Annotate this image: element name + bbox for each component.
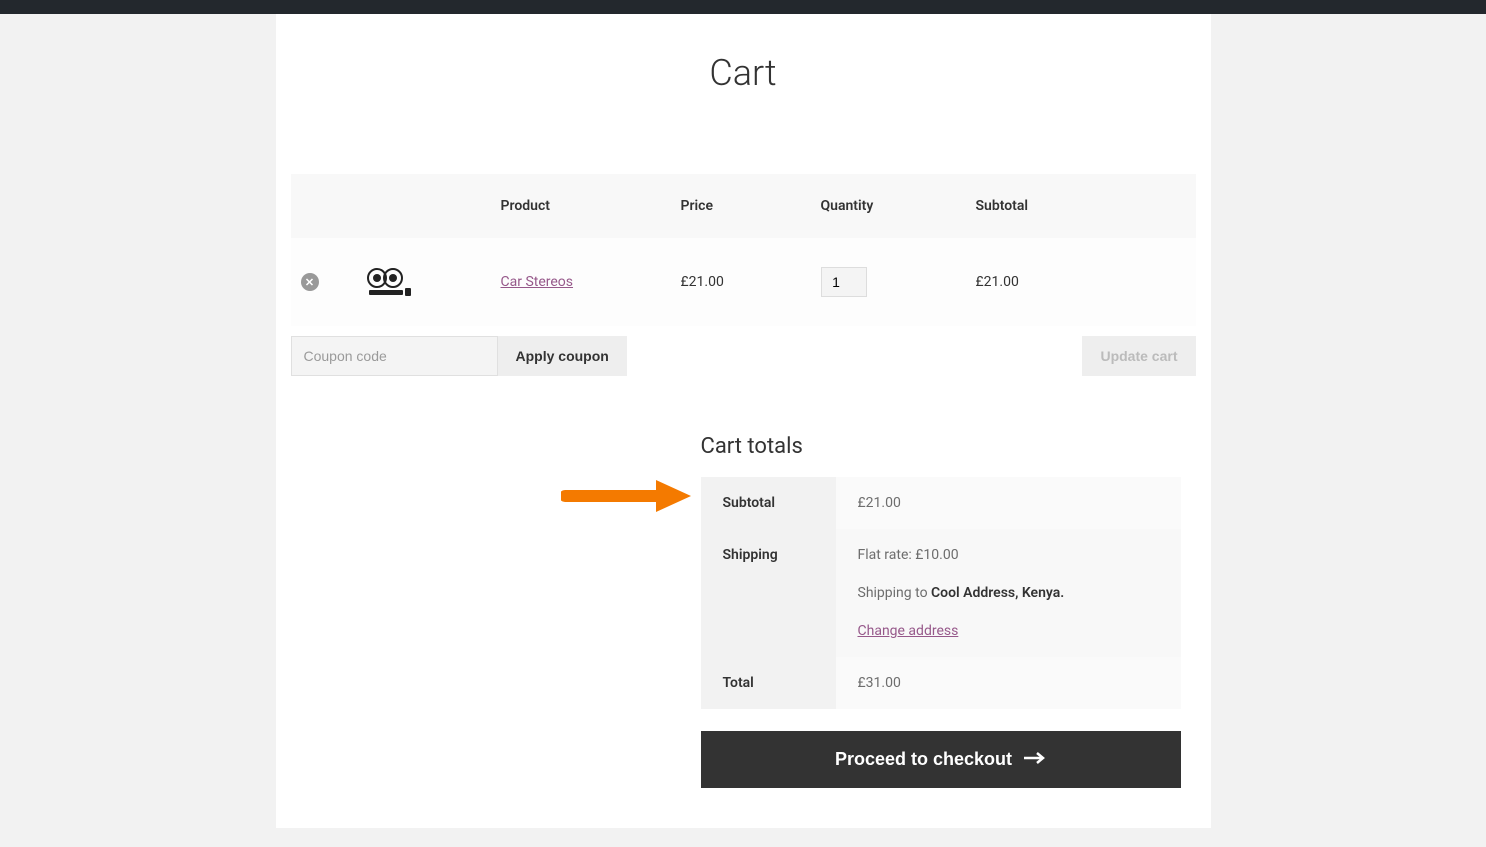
quantity-input[interactable] bbox=[821, 267, 867, 297]
remove-item-button[interactable]: ✕ bbox=[301, 273, 319, 291]
close-icon: ✕ bbox=[305, 276, 314, 289]
product-link[interactable]: Car Stereos bbox=[501, 274, 574, 290]
total-label: Total bbox=[701, 657, 836, 709]
col-thumbnail bbox=[351, 174, 491, 238]
shipping-rate: Flat rate: £10.00 bbox=[858, 547, 1159, 563]
proceed-to-checkout-button[interactable]: Proceed to checkout bbox=[701, 731, 1181, 788]
cart-totals-title: Cart totals bbox=[701, 434, 1181, 459]
subtotal-value: £21.00 bbox=[836, 477, 1181, 529]
table-row: ✕ Car bbox=[291, 238, 1196, 326]
shipping-destination-value: Cool Address, Kenya. bbox=[931, 585, 1064, 601]
item-subtotal: £21.00 bbox=[966, 238, 1196, 326]
page-title: Cart bbox=[276, 14, 1211, 174]
change-address-link[interactable]: Change address bbox=[858, 623, 959, 639]
subtotal-label: Subtotal bbox=[701, 477, 836, 529]
shipping-destination: Shipping to Cool Address, Kenya. bbox=[858, 585, 1159, 601]
cart-totals-section: Cart totals Subtotal £21.00 Shipping Fla… bbox=[701, 434, 1181, 788]
cart-actions: Apply coupon Update cart bbox=[291, 336, 1196, 376]
apply-coupon-button[interactable]: Apply coupon bbox=[498, 336, 627, 376]
totals-table: Subtotal £21.00 Shipping Flat rate: £10.… bbox=[701, 477, 1181, 709]
shipping-to-prefix: Shipping to bbox=[858, 585, 932, 601]
item-price: £21.00 bbox=[671, 238, 811, 326]
shipping-label: Shipping bbox=[701, 529, 836, 657]
coupon-code-input[interactable] bbox=[291, 336, 498, 376]
page-container: Cart Product Price Quantity Subtotal ✕ bbox=[276, 14, 1211, 828]
col-subtotal: Subtotal bbox=[966, 174, 1196, 238]
arrow-right-icon bbox=[1024, 749, 1046, 770]
total-value: £31.00 bbox=[836, 657, 1181, 709]
col-product: Product bbox=[491, 174, 671, 238]
checkout-button-label: Proceed to checkout bbox=[835, 749, 1012, 770]
col-remove bbox=[291, 174, 351, 238]
product-thumbnail[interactable] bbox=[361, 262, 417, 302]
admin-top-bar bbox=[0, 0, 1486, 14]
col-price: Price bbox=[671, 174, 811, 238]
annotation-arrow-icon bbox=[561, 476, 691, 516]
cart-table: Product Price Quantity Subtotal ✕ bbox=[291, 174, 1196, 326]
col-quantity: Quantity bbox=[811, 174, 966, 238]
update-cart-button[interactable]: Update cart bbox=[1082, 336, 1195, 376]
